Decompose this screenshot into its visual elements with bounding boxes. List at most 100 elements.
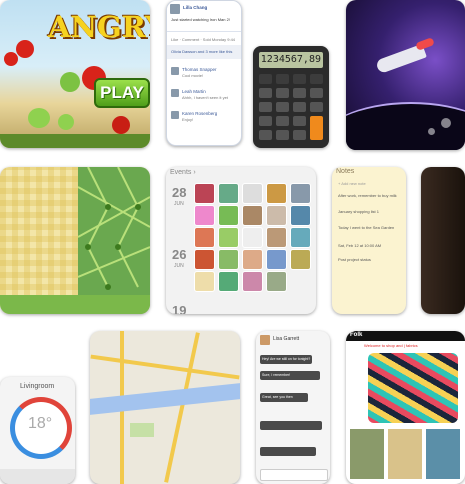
calculator-key[interactable] bbox=[293, 74, 306, 84]
post-actions[interactable]: Like · Comment · Sold Monday 9:44 bbox=[171, 37, 235, 42]
event-photo[interactable] bbox=[218, 205, 239, 226]
shop-tile[interactable]: Folk Welcome to shop and | fabrics bbox=[346, 331, 465, 484]
event-photo[interactable] bbox=[194, 249, 215, 270]
calculator-key[interactable] bbox=[259, 130, 272, 140]
event-photo[interactable] bbox=[290, 227, 311, 248]
calculator-key[interactable] bbox=[310, 88, 323, 98]
event-photo[interactable] bbox=[290, 183, 311, 204]
bubble bbox=[441, 118, 451, 128]
calculator-key[interactable] bbox=[276, 116, 289, 126]
shop-logo[interactable]: Folk bbox=[350, 332, 362, 338]
calculator-key[interactable] bbox=[259, 88, 272, 98]
calculator-display: 1234567,89 bbox=[259, 52, 323, 68]
event-photo[interactable] bbox=[194, 183, 215, 204]
calculator-key[interactable] bbox=[310, 74, 323, 84]
event-photo[interactable] bbox=[290, 249, 311, 270]
message-text: Hey! Are we still on for tonight? bbox=[262, 357, 311, 361]
event-photo[interactable] bbox=[218, 227, 239, 248]
date-month: JUN bbox=[174, 201, 184, 207]
calculator-key[interactable] bbox=[276, 74, 289, 84]
message-bubble bbox=[260, 447, 316, 456]
product-thumb[interactable] bbox=[388, 429, 422, 479]
thermostat-tile[interactable]: Livingroom 18° bbox=[0, 377, 75, 484]
calculator-key[interactable] bbox=[293, 88, 306, 98]
ground bbox=[0, 134, 150, 148]
messages-tile[interactable]: Lisa Garrett Hey! Are we still on for to… bbox=[256, 331, 330, 484]
pig-icon bbox=[28, 108, 50, 128]
pig-icon bbox=[58, 114, 74, 130]
events-tile[interactable]: Events › 28 JUN 26 JUN 19 bbox=[166, 167, 316, 314]
river bbox=[90, 382, 240, 416]
road bbox=[164, 332, 200, 483]
cut-the-rope-tile[interactable] bbox=[0, 167, 150, 314]
comment-author[interactable]: Leah Martin bbox=[182, 89, 206, 94]
post-status: Just started watching Iron Man 2! bbox=[171, 17, 230, 22]
date-day: 19 bbox=[172, 303, 187, 314]
bubble bbox=[428, 128, 435, 135]
note-item[interactable]: Sat, Feb 12 at 10:00 AM bbox=[338, 243, 381, 248]
shop-banner: Welcome to shop and | fabrics bbox=[364, 343, 418, 348]
event-photo[interactable] bbox=[266, 271, 287, 292]
event-photo[interactable] bbox=[194, 227, 215, 248]
event-photo[interactable] bbox=[290, 205, 311, 226]
calculator-key[interactable] bbox=[276, 130, 289, 140]
comment-author[interactable]: Karen Rosenberg bbox=[182, 111, 217, 116]
calculator-tile[interactable]: 1234567,89 bbox=[253, 46, 329, 148]
event-photo[interactable] bbox=[242, 183, 263, 204]
event-photo[interactable] bbox=[242, 271, 263, 292]
calculator-key[interactable] bbox=[276, 88, 289, 98]
event-photo[interactable] bbox=[242, 227, 263, 248]
reply-field[interactable] bbox=[260, 469, 328, 481]
note-item[interactable]: Today I went to the Sea Garden bbox=[338, 225, 394, 230]
calculator-key[interactable] bbox=[276, 102, 289, 112]
add-note-button[interactable]: + Add new note bbox=[338, 181, 366, 186]
road bbox=[90, 354, 240, 380]
message-text: Great, see you then bbox=[262, 395, 293, 399]
net-lines bbox=[77, 167, 150, 290]
note-item[interactable]: Post project status bbox=[338, 257, 371, 262]
event-photo[interactable] bbox=[218, 271, 239, 292]
calculator-key[interactable] bbox=[293, 116, 306, 126]
event-photo[interactable] bbox=[266, 249, 287, 270]
event-photo[interactable] bbox=[242, 249, 263, 270]
likes-text: Olivia Dawson and 3 more like this bbox=[171, 49, 233, 54]
message-bubble bbox=[260, 421, 322, 430]
date-day: 28 bbox=[172, 185, 187, 200]
map-tile[interactable] bbox=[90, 331, 240, 484]
calculator-key[interactable] bbox=[259, 116, 272, 126]
event-photo[interactable] bbox=[266, 227, 287, 248]
dark-tile[interactable] bbox=[421, 167, 465, 314]
product-thumb[interactable] bbox=[426, 429, 460, 479]
event-photo[interactable] bbox=[266, 183, 287, 204]
comment-author[interactable]: Thomas Snapper bbox=[182, 67, 217, 72]
event-photo[interactable] bbox=[266, 205, 287, 226]
product-image[interactable] bbox=[368, 353, 458, 423]
shop-header bbox=[346, 331, 465, 341]
note-item[interactable]: January shopping list 1 bbox=[338, 209, 379, 214]
calculator-key[interactable] bbox=[293, 102, 306, 112]
product-thumb[interactable] bbox=[350, 429, 384, 479]
calculator-key[interactable] bbox=[310, 102, 323, 112]
facebook-tile[interactable]: Lilla Chang Just started watching Iron M… bbox=[166, 0, 242, 146]
angry-birds-tile[interactable]: ANGRY BI PLAY bbox=[0, 0, 150, 148]
calculator-key[interactable] bbox=[259, 102, 272, 112]
play-button[interactable]: PLAY bbox=[94, 78, 150, 108]
calculator-key[interactable] bbox=[293, 130, 306, 140]
notes-tile[interactable]: Notes + Add new note After work, remembe… bbox=[332, 167, 406, 314]
space-game-tile[interactable] bbox=[346, 0, 465, 150]
bottom-bar bbox=[0, 469, 75, 484]
event-photo[interactable] bbox=[218, 183, 239, 204]
grass bbox=[0, 295, 150, 314]
pig-icon bbox=[60, 72, 80, 92]
calculator-key[interactable] bbox=[310, 116, 323, 140]
avatar bbox=[171, 89, 179, 97]
post-author[interactable]: Lilla Chang bbox=[183, 5, 207, 10]
event-photo[interactable] bbox=[242, 205, 263, 226]
note-item[interactable]: After work, remember to buy milk bbox=[338, 193, 397, 198]
event-photo[interactable] bbox=[194, 205, 215, 226]
flame bbox=[415, 37, 435, 51]
calculator-key[interactable] bbox=[259, 74, 272, 84]
event-photo[interactable] bbox=[218, 249, 239, 270]
events-header[interactable]: Events › bbox=[170, 169, 196, 176]
event-photo[interactable] bbox=[194, 271, 215, 292]
